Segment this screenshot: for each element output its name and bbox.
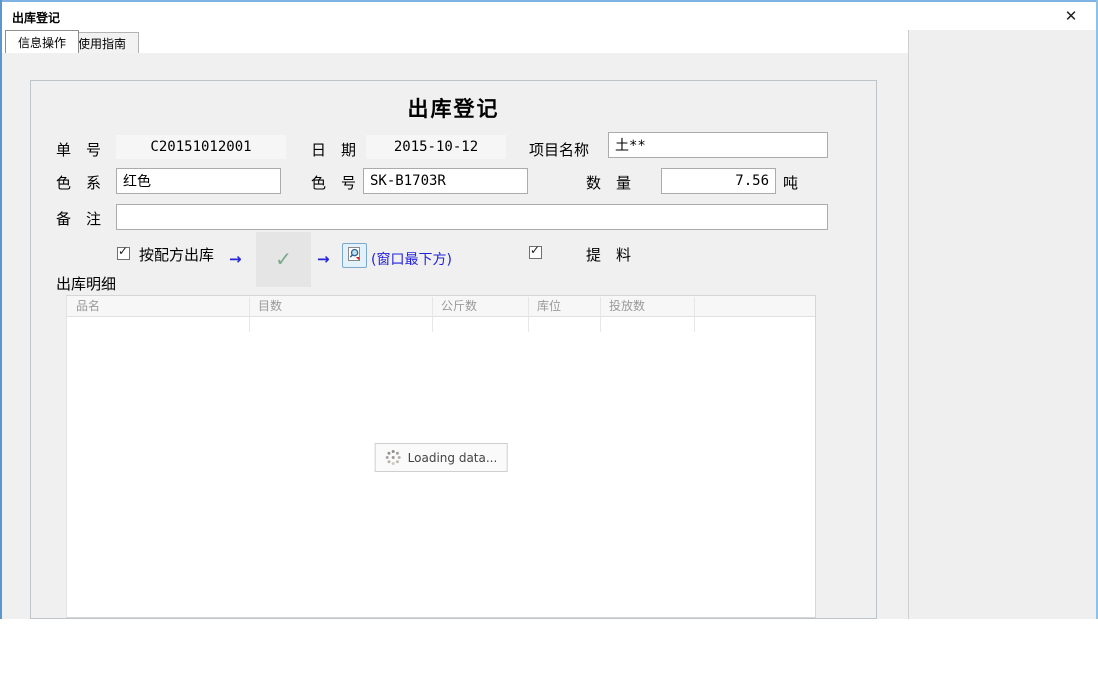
checkbox-check-icon: ✓ (118, 244, 128, 258)
column-header-kg[interactable]: 公斤数 (432, 296, 528, 316)
quantity-unit-label: 吨 (783, 172, 798, 193)
tab-label: 信息操作 (18, 34, 66, 51)
checkbox-check-icon: ✓ (530, 243, 540, 257)
outbound-detail-grid: 品名 目数 公斤数 库位 投放数 Loading data... (66, 295, 816, 618)
arrow-right-icon: → (229, 250, 242, 268)
remark-label: 备 注 (56, 208, 101, 229)
column-header-blank[interactable] (694, 296, 815, 316)
loading-text: Loading data... (408, 451, 498, 465)
column-header-mesh[interactable]: 目数 (249, 296, 432, 316)
color-series-input[interactable] (116, 168, 281, 194)
close-button[interactable]: ✕ (1050, 2, 1092, 30)
pick-material-checkbox[interactable]: ✓ (529, 246, 542, 259)
close-icon: ✕ (1065, 7, 1078, 25)
project-name-input[interactable] (608, 132, 828, 158)
pick-material-label: 提 料 (586, 244, 631, 265)
tab-page: 出库登记 单 号 C20151012001 日 期 2015-10-12 项目名… (2, 53, 908, 619)
grid-header-row: 品名 目数 公斤数 库位 投放数 (67, 296, 815, 317)
column-header-product[interactable]: 品名 (67, 296, 249, 316)
form-heading: 出库登记 (31, 93, 876, 123)
window-title: 出库登记 (12, 9, 60, 26)
tab-info-operation[interactable]: 信息操作 (5, 30, 79, 53)
column-separator (694, 297, 695, 332)
check-icon: ✓ (275, 247, 292, 272)
order-no-label: 单 号 (56, 139, 101, 160)
column-separator (432, 297, 433, 332)
color-no-label: 色 号 (311, 172, 356, 193)
right-filler-area (908, 30, 1096, 619)
quantity-label: 数 量 (586, 172, 631, 193)
color-no-input[interactable] (363, 168, 528, 194)
column-separator (249, 297, 250, 332)
window-bottom-hint: (窗口最下方) (371, 249, 452, 269)
recipe-outbound-label: 按配方出库 (139, 244, 214, 265)
column-separator (528, 297, 529, 332)
column-header-input-qty[interactable]: 投放数 (600, 296, 694, 316)
recipe-outbound-checkbox[interactable]: ✓ (117, 247, 130, 260)
outbound-detail-section-label: 出库明细 (56, 273, 116, 294)
remark-input[interactable] (116, 204, 828, 230)
quantity-input[interactable] (661, 168, 776, 194)
search-recipe-button[interactable] (342, 243, 367, 268)
column-separator (600, 297, 601, 332)
date-field: 2015-10-12 (366, 135, 506, 159)
form-panel: 出库登记 单 号 C20151012001 日 期 2015-10-12 项目名… (30, 80, 877, 619)
tab-strip: 信息操作 使用指南 (2, 30, 908, 53)
order-no-field: C20151012001 (116, 135, 286, 159)
project-name-label: 项目名称 (529, 139, 589, 160)
color-series-label: 色 系 (56, 172, 101, 193)
magnifier-document-icon (346, 246, 363, 266)
arrow-right-icon: → (317, 250, 330, 268)
date-label: 日 期 (311, 139, 356, 160)
confirm-button[interactable]: ✓ (256, 232, 311, 287)
loading-indicator: Loading data... (375, 443, 508, 472)
titlebar: 出库登记 ✕ (2, 2, 1096, 30)
tab-label: 使用指南 (78, 35, 126, 52)
column-header-location[interactable]: 库位 (528, 296, 600, 316)
spinner-icon (385, 450, 401, 466)
